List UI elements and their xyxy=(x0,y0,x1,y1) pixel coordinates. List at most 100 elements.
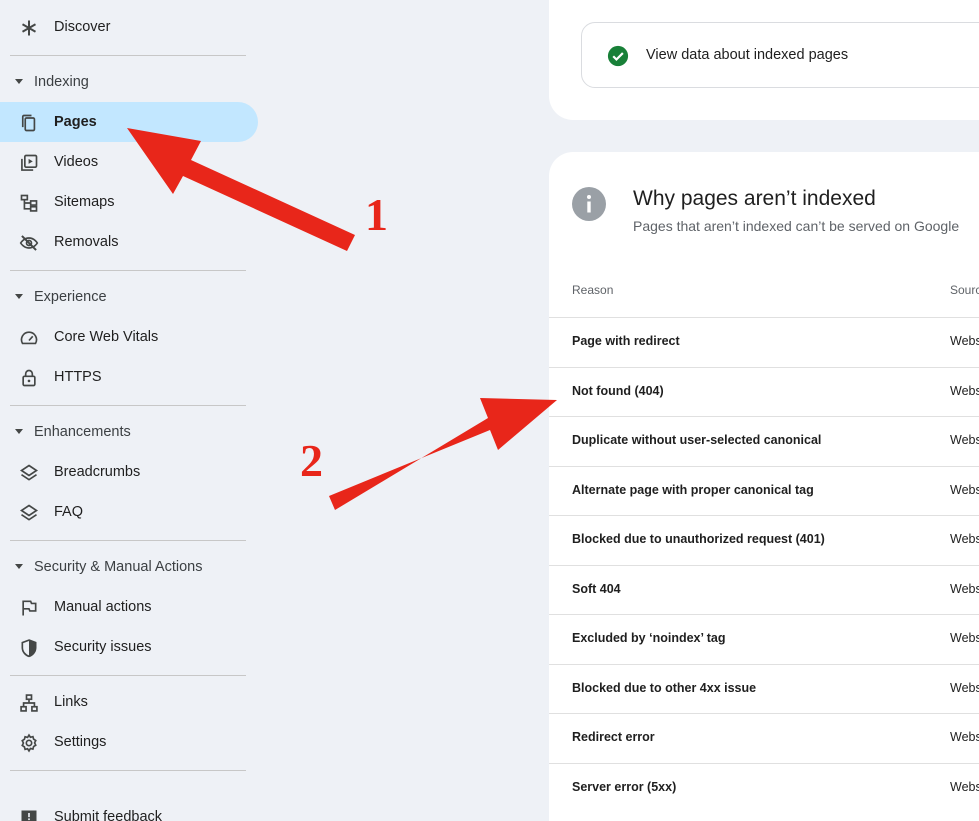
row-source: Webs xyxy=(950,433,979,447)
card-title: Why pages aren’t indexed xyxy=(633,187,876,210)
section-security-label: Security & Manual Actions xyxy=(34,559,203,575)
nav-core-web-vitals[interactable]: Core Web Vitals xyxy=(0,317,258,357)
annotation-arrow-2 xyxy=(329,398,557,510)
row-source: Webs xyxy=(950,631,979,645)
nav-core-web-vitals-label: Core Web Vitals xyxy=(54,329,159,345)
nav-removals-label: Removals xyxy=(54,234,119,250)
nav-security-issues-label: Security issues xyxy=(54,639,152,655)
sitemap-icon xyxy=(19,193,39,213)
nav-videos-label: Videos xyxy=(54,154,99,170)
layers-icon xyxy=(19,503,39,523)
row-source: Webs xyxy=(950,779,979,794)
row-reason: Excluded by ‘noindex’ tag xyxy=(572,631,726,645)
hierarchy-icon xyxy=(19,693,39,713)
caret-down-icon xyxy=(15,294,23,299)
table-row[interactable]: Excluded by ‘noindex’ tag Webs xyxy=(549,614,979,664)
divider xyxy=(10,55,246,56)
not-indexed-card: Why pages aren’t indexed Pages that aren… xyxy=(549,152,979,821)
row-source: Webs xyxy=(950,532,979,546)
nav-settings[interactable]: Settings xyxy=(0,722,258,762)
nav-faq[interactable]: FAQ xyxy=(0,492,258,532)
column-header-reason[interactable]: Reason xyxy=(572,283,613,297)
row-reason: Soft 404 xyxy=(572,581,621,596)
divider xyxy=(10,270,246,271)
annotation-label-2: 2 xyxy=(300,435,323,486)
section-indexing[interactable]: Indexing xyxy=(0,67,246,97)
table-row[interactable]: Duplicate without user-selected canonica… xyxy=(549,416,979,466)
nav-links[interactable]: Links xyxy=(0,682,258,722)
nav-manual-actions-label: Manual actions xyxy=(54,599,152,615)
nav-settings-label: Settings xyxy=(54,734,107,750)
section-indexing-label: Indexing xyxy=(34,74,89,90)
nav-videos[interactable]: Videos xyxy=(0,142,258,182)
gear-icon xyxy=(19,733,39,753)
visibility-off-icon xyxy=(19,233,39,253)
nav-breadcrumbs-label: Breadcrumbs xyxy=(54,464,141,480)
row-reason: Blocked due to other 4xx issue xyxy=(572,680,757,695)
video-library-icon xyxy=(19,153,39,173)
nav-faq-label: FAQ xyxy=(54,504,84,520)
caret-down-icon xyxy=(15,564,23,569)
row-reason: Redirect error xyxy=(572,730,655,744)
nav-removals[interactable]: Removals xyxy=(0,222,258,262)
nav-security-issues[interactable]: Security issues xyxy=(0,627,258,667)
nav-discover-label: Discover xyxy=(54,19,111,35)
nav-https[interactable]: HTTPS xyxy=(0,357,258,397)
lock-icon xyxy=(19,368,39,388)
divider xyxy=(10,770,246,771)
caret-down-icon xyxy=(15,429,23,434)
row-reason: Server error (5xx) xyxy=(572,779,677,794)
divider xyxy=(10,405,246,406)
row-reason: Page with redirect xyxy=(572,334,680,348)
caret-down-icon xyxy=(15,79,23,84)
asterisk-icon xyxy=(19,18,39,38)
shield-icon xyxy=(19,638,39,658)
nav-pages[interactable]: Pages xyxy=(0,102,258,142)
section-experience-label: Experience xyxy=(34,289,107,305)
table-row[interactable]: Soft 404 Webs xyxy=(549,564,979,615)
table-row[interactable]: Not found (404) Webs xyxy=(549,366,979,417)
nav-discover[interactable]: Discover xyxy=(0,7,258,47)
table-row[interactable]: Blocked due to other 4xx issue Webs xyxy=(549,663,979,714)
view-indexed-pages-button[interactable]: View data about indexed pages xyxy=(581,22,979,88)
table-row[interactable]: Alternate page with proper canonical tag… xyxy=(549,465,979,516)
row-reason: Blocked due to unauthorized request (401… xyxy=(572,532,825,546)
table-row[interactable]: Redirect error Webs xyxy=(549,713,979,763)
nav-https-label: HTTPS xyxy=(54,369,102,385)
row-source: Webs xyxy=(950,581,979,596)
annotation-label-1: 1 xyxy=(365,189,388,240)
view-indexed-pages-label: View data about indexed pages xyxy=(646,47,849,63)
info-icon xyxy=(572,187,606,221)
nav-submit-feedback-label: Submit feedback xyxy=(54,809,163,821)
table-row[interactable]: Page with redirect Webs xyxy=(549,317,979,367)
nav-breadcrumbs[interactable]: Breadcrumbs xyxy=(0,452,258,492)
divider xyxy=(10,675,246,676)
nav-submit-feedback[interactable]: Submit feedback xyxy=(0,797,258,821)
row-source: Webs xyxy=(950,680,979,695)
flag-icon xyxy=(19,598,39,618)
nav-manual-actions[interactable]: Manual actions xyxy=(0,587,258,627)
table-row[interactable]: Blocked due to unauthorized request (401… xyxy=(549,515,979,565)
section-enhancements-label: Enhancements xyxy=(34,424,131,440)
row-reason: Alternate page with proper canonical tag xyxy=(572,482,814,497)
section-enhancements[interactable]: Enhancements xyxy=(0,417,246,447)
divider xyxy=(10,540,246,541)
sidebar: Discover Indexing Pages Videos Sitemaps … xyxy=(0,0,260,821)
nav-pages-label: Pages xyxy=(54,114,97,130)
layers-icon xyxy=(19,463,39,483)
check-circle-icon xyxy=(607,45,629,67)
row-source: Webs xyxy=(950,482,979,497)
table-row[interactable]: Server error (5xx) Webs xyxy=(549,762,979,813)
row-reason: Not found (404) xyxy=(572,383,664,398)
pages-icon xyxy=(19,113,39,133)
nav-links-label: Links xyxy=(54,694,88,710)
section-experience[interactable]: Experience xyxy=(0,282,246,312)
row-source: Webs xyxy=(950,334,979,348)
card-subtitle: Pages that aren’t indexed can’t be serve… xyxy=(633,218,960,234)
nav-sitemaps[interactable]: Sitemaps xyxy=(0,182,258,222)
column-header-source[interactable]: Sourc xyxy=(950,283,979,297)
section-security[interactable]: Security & Manual Actions xyxy=(0,552,246,582)
nav-sitemaps-label: Sitemaps xyxy=(54,194,115,210)
indexed-summary-card: View data about indexed pages xyxy=(549,0,979,120)
speed-gauge-icon xyxy=(19,328,39,348)
